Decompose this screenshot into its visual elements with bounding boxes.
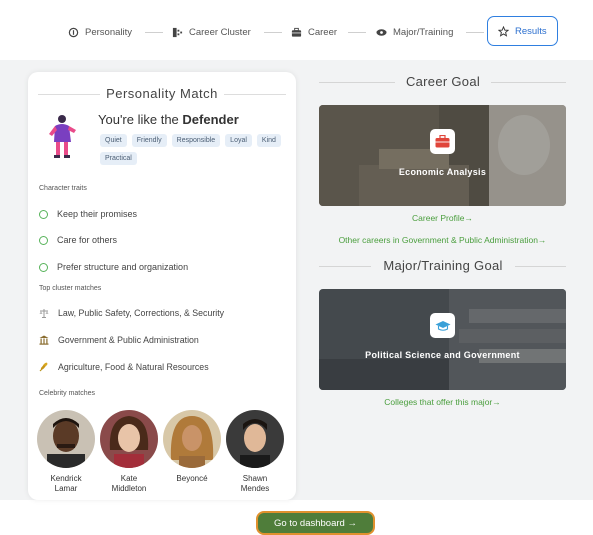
step-major-training[interactable]: Major/Training <box>376 18 453 46</box>
step-career-cluster[interactable]: Career Cluster <box>172 18 251 46</box>
major-card-photo <box>319 289 566 390</box>
divider <box>319 266 371 267</box>
graduation-cap-icon <box>435 320 450 331</box>
defender-illustration <box>49 115 76 158</box>
career-name: Economic Analysis <box>398 167 487 177</box>
celebrity-item[interactable]: Kate Middleton <box>99 410 159 494</box>
step-connector <box>348 32 366 33</box>
divider <box>319 82 395 83</box>
celebrity-name: Kendrick Lamar <box>50 474 82 493</box>
celebrity-item[interactable]: Shawn Mendes <box>225 410 285 494</box>
step-personality[interactable]: Personality <box>68 18 132 46</box>
wheat-icon <box>39 362 48 372</box>
celebrity-list: Kendrick Lamar Kate Middleton Beyoncé Shaw… <box>36 410 292 500</box>
personality-type: Defender <box>182 112 239 127</box>
step-label: Major/Training <box>393 26 454 38</box>
major-badge <box>430 313 455 338</box>
check-circle-icon <box>39 262 48 272</box>
step-label: Career Cluster <box>189 26 251 38</box>
personality-tag: Responsible <box>171 134 221 147</box>
career-card-photo <box>319 105 566 206</box>
briefcase-icon <box>435 135 450 148</box>
trait-item: Keep their promises <box>39 209 137 219</box>
career-badge <box>430 129 455 154</box>
step-results[interactable]: Results <box>487 16 558 46</box>
divider <box>491 82 566 83</box>
personality-tags: Quiet Friendly Responsible Loyal Kind Pr… <box>100 134 290 165</box>
character-traits-label: Character traits <box>39 185 87 192</box>
career-goal-title: Career Goal <box>405 74 481 89</box>
trait-item: Care for others <box>39 235 117 245</box>
graduation-cap-icon <box>376 28 387 36</box>
scales-icon <box>39 309 49 318</box>
go-to-dashboard-button[interactable]: Go to dashboard → <box>256 511 375 535</box>
celebrity-matches-label: Celebrity matches <box>39 390 96 397</box>
personality-tag: Quiet <box>100 134 127 147</box>
celebrity-photo <box>163 410 221 468</box>
star-icon <box>498 25 509 37</box>
personality-tag: Loyal <box>225 134 252 147</box>
career-goal-card[interactable]: Economic Analysis <box>319 105 566 206</box>
step-connector <box>466 32 484 33</box>
personality-icon <box>68 27 79 37</box>
personality-match-card: Personality Match You're like the Defend… <box>28 72 296 500</box>
government-building-icon <box>39 335 49 345</box>
trait-item: Prefer structure and organization <box>39 262 188 272</box>
celebrity-photo <box>37 410 95 468</box>
cluster-item[interactable]: Law, Public Safety, Corrections, & Secur… <box>39 308 224 318</box>
top-clusters-label: Top cluster matches <box>39 285 102 292</box>
celebrity-photo <box>100 410 158 468</box>
step-label: Results <box>515 25 547 37</box>
step-label: Career <box>308 26 338 38</box>
celebrity-name: Beyoncé <box>176 474 208 483</box>
personality-match-title: Personality Match <box>28 86 296 101</box>
progress-stepper: Personality Career Cluster Career Major/… <box>0 16 593 50</box>
cluster-icon <box>172 27 183 37</box>
briefcase-icon <box>291 27 302 37</box>
major-goal-card[interactable]: Political Science and Government <box>319 289 566 390</box>
major-goal-title: Major/Training Goal <box>383 258 503 273</box>
step-connector <box>145 32 163 33</box>
check-circle-icon <box>39 235 48 245</box>
cluster-item[interactable]: Government & Public Administration <box>39 335 199 345</box>
personality-tag: Friendly <box>131 134 167 147</box>
celebrity-item[interactable]: Beyoncé <box>162 410 222 484</box>
celebrity-name: Shawn Mendes <box>240 474 270 493</box>
step-connector <box>264 32 282 33</box>
cluster-item[interactable]: Agriculture, Food & Natural Resources <box>39 362 209 372</box>
personality-tag: Practical <box>100 152 137 165</box>
check-circle-icon <box>39 209 48 219</box>
personality-tag: Kind <box>256 134 281 147</box>
other-careers-link[interactable]: Other careers in Government & Public Adm… <box>310 235 575 245</box>
major-name: Political Science and Government <box>365 350 520 360</box>
colleges-link[interactable]: Colleges that offer this major→ <box>319 397 566 407</box>
divider <box>515 266 566 267</box>
step-label: Personality <box>85 26 132 38</box>
career-profile-link[interactable]: Career Profile→ <box>319 213 566 223</box>
step-career[interactable]: Career <box>291 18 337 46</box>
celebrity-photo <box>226 410 284 468</box>
personality-headline: You're like the Defender <box>98 112 239 127</box>
celebrity-name: Kate Middleton <box>111 474 147 493</box>
celebrity-item[interactable]: Kendrick Lamar <box>36 410 96 494</box>
